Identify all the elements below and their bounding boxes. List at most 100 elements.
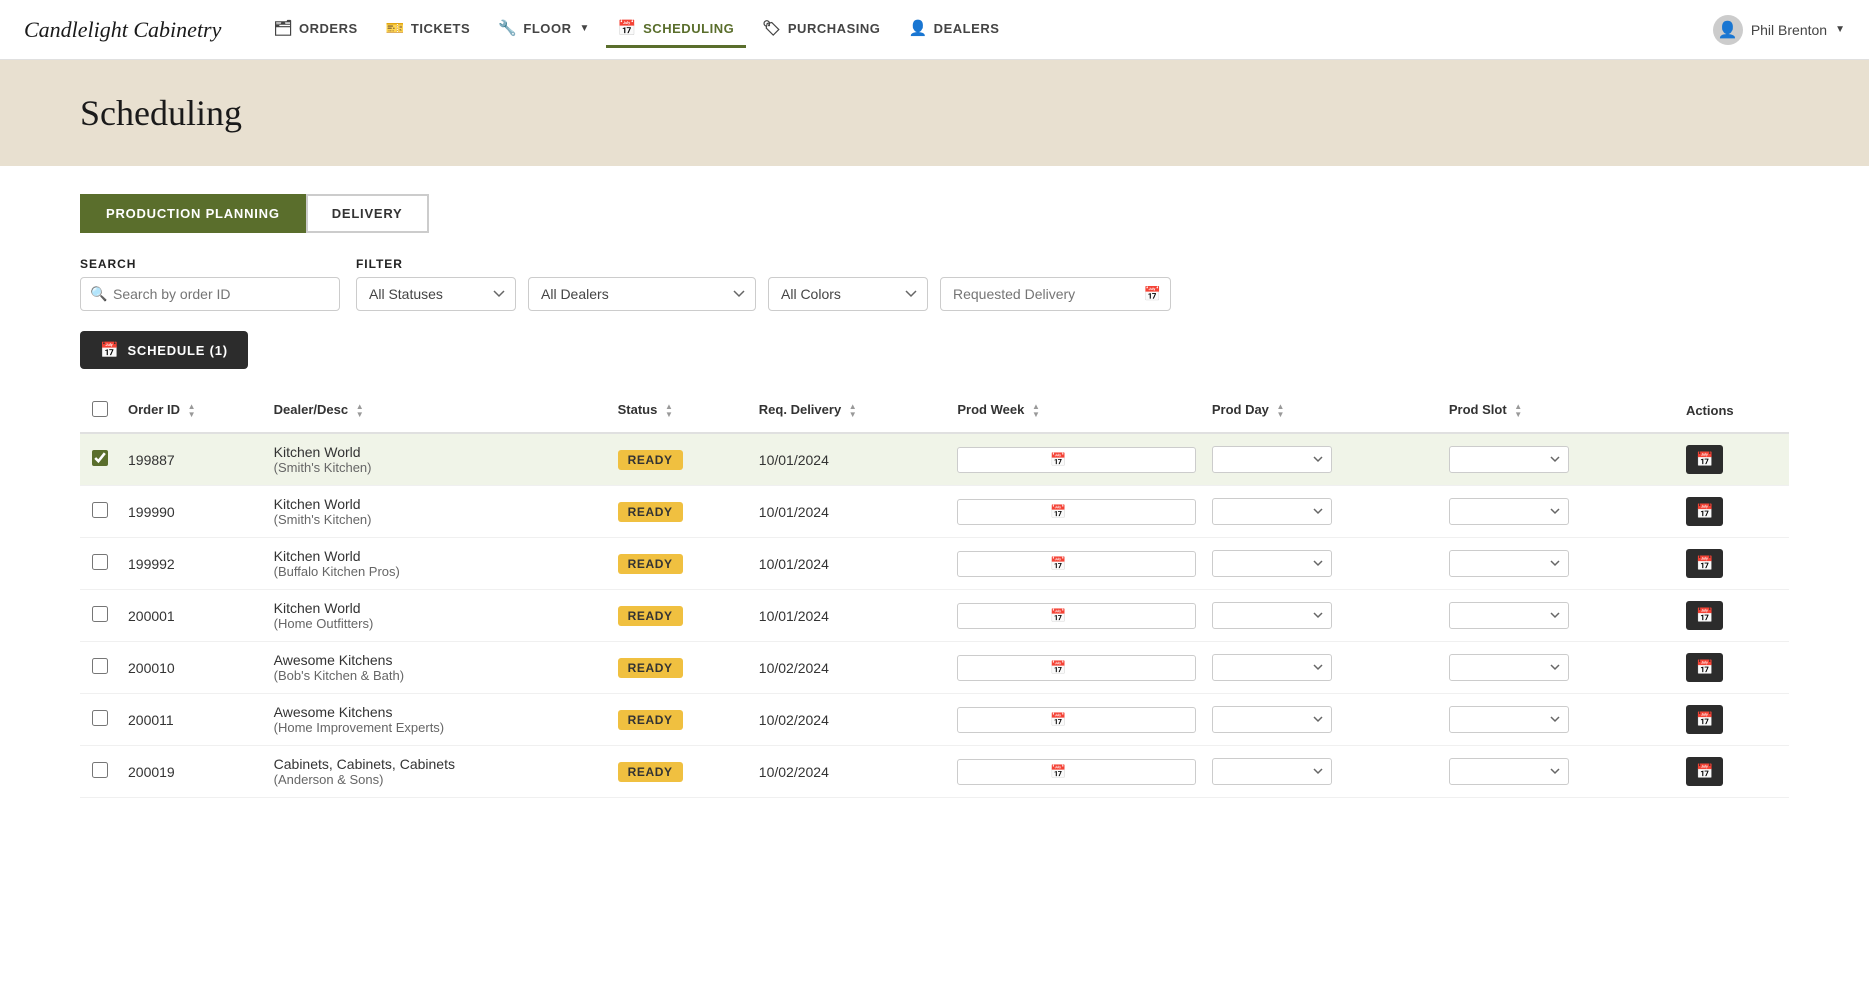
row-prod-week[interactable]: 📅 [949, 486, 1203, 538]
prod-day-select-3[interactable]: Monday Tuesday Wednesday Thursday Friday [1212, 602, 1332, 629]
sort-dealer-desc: ▲▼ [356, 403, 364, 419]
row-req-delivery: 10/01/2024 [751, 590, 950, 642]
row-action-calendar-btn-6[interactable]: 📅 [1686, 757, 1723, 786]
select-all-checkbox[interactable] [92, 401, 108, 417]
row-checkbox-1[interactable] [92, 502, 108, 518]
row-checkbox-3[interactable] [92, 606, 108, 622]
prod-slot-select-4[interactable]: AM PM [1449, 654, 1569, 681]
nav-item-tickets[interactable]: 🎫 TICKETS [374, 11, 482, 48]
prod-week-calendar-icon[interactable]: 📅 [1050, 608, 1066, 624]
row-action-calendar-btn-2[interactable]: 📅 [1686, 549, 1723, 578]
row-actions: 📅 [1678, 538, 1789, 590]
prod-week-calendar-icon[interactable]: 📅 [1050, 504, 1066, 520]
row-dealer-desc: Kitchen World (Home Outfitters) [266, 590, 610, 642]
th-prod-day[interactable]: Prod Day ▲▼ [1204, 389, 1441, 433]
row-prod-slot[interactable]: AM PM [1441, 433, 1678, 486]
colors-filter[interactable]: All Colors White Gray Brown Black [768, 277, 928, 311]
prod-week-input-0[interactable] [966, 452, 1046, 467]
prod-week-calendar-icon[interactable]: 📅 [1050, 452, 1066, 468]
row-prod-day[interactable]: Monday Tuesday Wednesday Thursday Friday [1204, 590, 1441, 642]
row-prod-week[interactable]: 📅 [949, 433, 1203, 486]
row-checkbox-4[interactable] [92, 658, 108, 674]
row-prod-day[interactable]: Monday Tuesday Wednesday Thursday Friday [1204, 642, 1441, 694]
row-prod-day[interactable]: Monday Tuesday Wednesday Thursday Friday [1204, 538, 1441, 590]
tab-delivery[interactable]: DELIVERY [306, 194, 429, 233]
user-menu[interactable]: 👤 Phil Brenton ▼ [1713, 15, 1845, 45]
row-prod-week[interactable]: 📅 [949, 694, 1203, 746]
prod-day-select-5[interactable]: Monday Tuesday Wednesday Thursday Friday [1212, 706, 1332, 733]
prod-slot-select-0[interactable]: AM PM [1449, 446, 1569, 473]
row-prod-slot[interactable]: AM PM [1441, 538, 1678, 590]
prod-week-calendar-icon[interactable]: 📅 [1050, 556, 1066, 572]
th-prod-week[interactable]: Prod Week ▲▼ [949, 389, 1203, 433]
prod-week-input-2[interactable] [966, 556, 1046, 571]
prod-day-select-6[interactable]: Monday Tuesday Wednesday Thursday Friday [1212, 758, 1332, 785]
row-action-calendar-btn-1[interactable]: 📅 [1686, 497, 1723, 526]
prod-day-select-0[interactable]: Monday Tuesday Wednesday Thursday Friday [1212, 446, 1332, 473]
row-checkbox-cell [80, 694, 120, 746]
nav-item-dealers[interactable]: 👤 DEALERS [896, 11, 1011, 48]
row-prod-day[interactable]: Monday Tuesday Wednesday Thursday Friday [1204, 433, 1441, 486]
row-checkbox-6[interactable] [92, 762, 108, 778]
row-prod-slot[interactable]: AM PM [1441, 642, 1678, 694]
row-prod-day[interactable]: Monday Tuesday Wednesday Thursday Friday [1204, 694, 1441, 746]
row-action-calendar-btn-3[interactable]: 📅 [1686, 601, 1723, 630]
row-action-calendar-btn-0[interactable]: 📅 [1686, 445, 1723, 474]
th-order-id[interactable]: Order ID ▲▼ [120, 389, 266, 433]
th-prod-slot[interactable]: Prod Slot ▲▼ [1441, 389, 1678, 433]
row-prod-day[interactable]: Monday Tuesday Wednesday Thursday Friday [1204, 746, 1441, 798]
prod-week-input-6[interactable] [966, 764, 1046, 779]
prod-week-input-3[interactable] [966, 608, 1046, 623]
prod-week-calendar-icon[interactable]: 📅 [1050, 712, 1066, 728]
row-prod-day[interactable]: Monday Tuesday Wednesday Thursday Friday [1204, 486, 1441, 538]
row-prod-slot[interactable]: AM PM [1441, 590, 1678, 642]
row-prod-week[interactable]: 📅 [949, 642, 1203, 694]
table-row: 200019 Cabinets, Cabinets, Cabinets (And… [80, 746, 1789, 798]
nav-item-purchasing[interactable]: 🏷 PURCHASING [750, 11, 892, 48]
search-input[interactable] [80, 277, 340, 311]
row-status: READY [610, 486, 751, 538]
row-prod-week[interactable]: 📅 [949, 746, 1203, 798]
row-action-calendar-btn-5[interactable]: 📅 [1686, 705, 1723, 734]
row-prod-week[interactable]: 📅 [949, 590, 1203, 642]
row-req-delivery: 10/01/2024 [751, 433, 950, 486]
row-checkbox-cell [80, 433, 120, 486]
prod-week-calendar-icon[interactable]: 📅 [1050, 764, 1066, 780]
prod-day-select-4[interactable]: Monday Tuesday Wednesday Thursday Friday [1212, 654, 1332, 681]
nav-item-scheduling[interactable]: 📅 SCHEDULING [606, 11, 746, 48]
row-prod-week[interactable]: 📅 [949, 538, 1203, 590]
dealers-filter[interactable]: All Dealers Kitchen World Awesome Kitche… [528, 277, 756, 311]
requested-delivery-filter[interactable] [940, 277, 1171, 311]
prod-day-select-2[interactable]: Monday Tuesday Wednesday Thursday Friday [1212, 550, 1332, 577]
prod-slot-select-2[interactable]: AM PM [1449, 550, 1569, 577]
user-name: Phil Brenton [1751, 22, 1827, 38]
th-req-delivery[interactable]: Req. Delivery ▲▼ [751, 389, 950, 433]
th-status[interactable]: Status ▲▼ [610, 389, 751, 433]
prod-week-calendar-icon[interactable]: 📅 [1050, 660, 1066, 676]
scheduling-icon: 📅 [618, 19, 637, 37]
row-checkbox-2[interactable] [92, 554, 108, 570]
prod-week-input-1[interactable] [966, 504, 1046, 519]
row-prod-slot[interactable]: AM PM [1441, 746, 1678, 798]
search-input-wrapper: 🔍 [80, 277, 340, 311]
prod-day-select-1[interactable]: Monday Tuesday Wednesday Thursday Friday [1212, 498, 1332, 525]
prod-week-input-4[interactable] [966, 660, 1046, 675]
row-action-calendar-btn-4[interactable]: 📅 [1686, 653, 1723, 682]
prod-slot-select-3[interactable]: AM PM [1449, 602, 1569, 629]
row-checkbox-0[interactable] [92, 450, 108, 466]
prod-slot-select-6[interactable]: AM PM [1449, 758, 1569, 785]
nav-item-floor[interactable]: 🔧 FLOOR ▼ [486, 11, 602, 48]
row-prod-slot[interactable]: AM PM [1441, 486, 1678, 538]
brand-logo[interactable]: Candlelight Cabinetry [24, 17, 221, 43]
nav-item-orders[interactable]: 🗂 ORDERS [261, 11, 369, 48]
row-prod-slot[interactable]: AM PM [1441, 694, 1678, 746]
th-dealer-desc[interactable]: Dealer/Desc ▲▼ [266, 389, 610, 433]
tab-production-planning[interactable]: PRODUCTION PLANNING [80, 194, 306, 233]
status-filter[interactable]: All Statuses Ready In Progress Completed [356, 277, 516, 311]
main-content: PRODUCTION PLANNING DELIVERY SEARCH 🔍 FI… [0, 166, 1869, 826]
prod-slot-select-1[interactable]: AM PM [1449, 498, 1569, 525]
prod-week-input-5[interactable] [966, 712, 1046, 727]
prod-slot-select-5[interactable]: AM PM [1449, 706, 1569, 733]
schedule-button[interactable]: 📅 SCHEDULE (1) [80, 331, 248, 369]
row-checkbox-5[interactable] [92, 710, 108, 726]
